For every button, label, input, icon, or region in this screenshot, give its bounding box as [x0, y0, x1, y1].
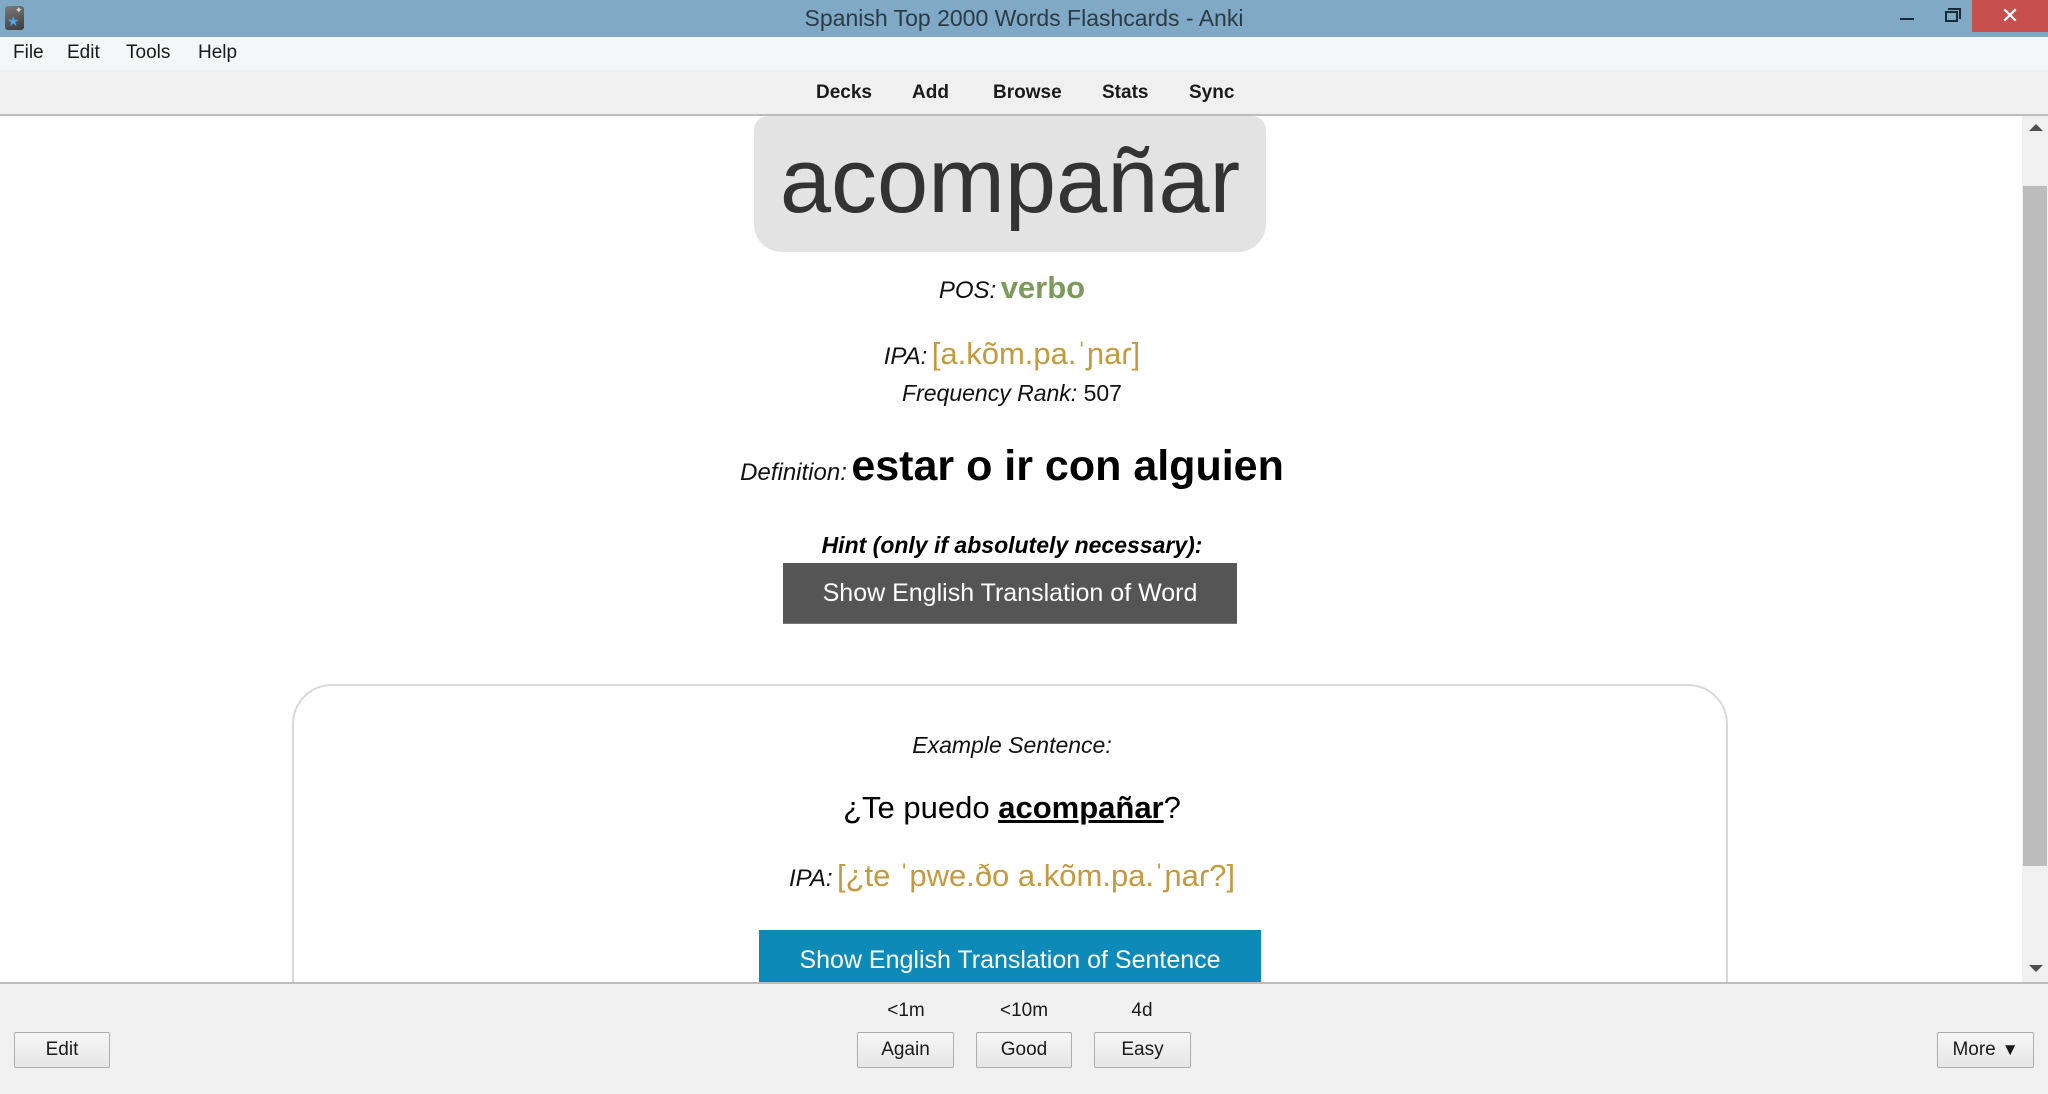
frequency-row: Frequency Rank: 507 [0, 380, 2024, 407]
toolbar-sync[interactable]: Sync [1189, 82, 1234, 104]
menu-file[interactable]: File [13, 42, 44, 64]
hint-label: Hint (only if absolutely necessary): [821, 532, 1203, 558]
minimize-icon [1900, 17, 1914, 20]
close-button[interactable]: ✕ [1972, 0, 2048, 32]
window-title: Spanish Top 2000 Words Flashcards - Anki [804, 5, 1244, 31]
card-viewport: acompañar POS: verbo IPA: [a.kõm.pa.ˈɲaɾ… [0, 116, 2024, 982]
ipa-label: IPA: [883, 343, 928, 370]
title-bar: ✦ ★ Spanish Top 2000 Words Flashcards - A… [0, 0, 2048, 37]
example-ipa-row: IPA: [¿te ˈpwe.ðo a.kõm.pa.ˈɲaɾ?] [0, 858, 2024, 894]
definition-row: Definition: estar o ir con alguien [0, 442, 2024, 491]
sentence-after: ? [1163, 790, 1181, 825]
toolbar-decks[interactable]: Decks [816, 82, 872, 104]
menu-bar: File Edit Tools Help [0, 37, 2048, 70]
definition-value: estar o ir con alguien [851, 442, 1284, 490]
easy-button[interactable]: Easy [1094, 1032, 1191, 1068]
menu-help[interactable]: Help [198, 42, 237, 64]
pos-value: verbo [1000, 270, 1086, 305]
example-sentence-label: Example Sentence: [912, 732, 1112, 758]
menu-tools[interactable]: Tools [126, 42, 170, 64]
scroll-up-arrow-icon[interactable] [2029, 124, 2043, 131]
minimize-button[interactable] [1884, 0, 1930, 33]
example-ipa-label: IPA: [788, 865, 833, 892]
good-interval: <10m [999, 1000, 1049, 1021]
pos-row: POS: verbo [0, 270, 2024, 306]
card-word: acompañar [779, 130, 1241, 232]
show-word-translation-button[interactable]: Show English Translation of Word [783, 563, 1237, 624]
toolbar-stats[interactable]: Stats [1102, 82, 1148, 104]
more-label: More [1952, 1039, 1996, 1060]
show-sentence-translation-button[interactable]: Show English Translation of Sentence [759, 930, 1261, 982]
menu-edit[interactable]: Edit [67, 42, 100, 64]
toolbar-add[interactable]: Add [912, 82, 949, 104]
again-interval: <1m [887, 1000, 925, 1021]
frequency-value: 507 [1083, 380, 1122, 406]
more-button[interactable]: More ▼ [1937, 1032, 2034, 1068]
scroll-down-arrow-icon[interactable] [2029, 965, 2043, 972]
easy-interval: 4d [1131, 1000, 1153, 1021]
ipa-value: [a.kõm.pa.ˈɲaɾ] [931, 336, 1141, 371]
again-button[interactable]: Again [857, 1032, 954, 1068]
sentence-before: ¿Te puedo [843, 790, 999, 825]
ipa-row: IPA: [a.kõm.pa.ˈɲaɾ] [0, 336, 2024, 372]
close-icon: ✕ [2000, 3, 2020, 29]
edit-button[interactable]: Edit [14, 1032, 110, 1068]
definition-label: Definition: [740, 459, 847, 486]
restore-button[interactable] [1928, 0, 1974, 33]
pos-label: POS: [938, 277, 997, 304]
word-box: acompañar [754, 116, 1266, 252]
sentence-highlight: acompañar [998, 790, 1164, 825]
vertical-scrollbar[interactable] [2022, 116, 2048, 982]
example-ipa-value: [¿te ˈpwe.ðo a.kõm.pa.ˈɲaɾ?] [837, 858, 1236, 893]
scroll-thumb[interactable] [2023, 186, 2047, 866]
main-toolbar: Decks Add Browse Stats Sync [0, 70, 2048, 116]
example-sentence: ¿Te puedo acompañar? [0, 790, 2024, 826]
frequency-label: Frequency Rank: [902, 380, 1078, 406]
dropdown-arrow-icon: ▼ [2001, 1040, 2019, 1059]
review-bottom-bar: Edit <1m <10m 4d Again Good Easy More ▼ [0, 982, 2048, 1094]
good-button[interactable]: Good [976, 1032, 1072, 1068]
toolbar-browse[interactable]: Browse [993, 82, 1062, 104]
